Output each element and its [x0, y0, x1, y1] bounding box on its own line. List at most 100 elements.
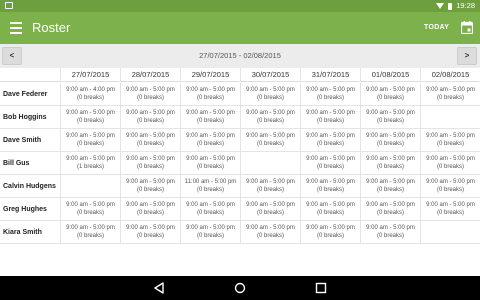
shift-cell[interactable]: 9:00 am - 5:00 pm (0 breaks)	[300, 221, 360, 244]
shift-cell[interactable]: 9:00 am - 5:00 pm (0 breaks)	[120, 198, 180, 221]
shift-breaks: (0 breaks)	[136, 95, 164, 101]
shift-cell[interactable]: 9:00 am - 5:00 pm (0 breaks)	[420, 198, 480, 221]
shift-cell[interactable]: 9:00 am - 5:00 pm (0 breaks)	[360, 152, 420, 175]
shift-cell[interactable]: 9:00 am - 5:00 pm (0 breaks)	[180, 152, 240, 175]
date-header: 27/07/2015	[60, 68, 120, 82]
employee-name[interactable]: Greg Hughes	[3, 198, 59, 221]
employee-row: Kiara Smith 9:00 am - 5:00 pm (0 breaks) 9:…	[0, 221, 480, 244]
shift-cell[interactable]: 9:00 am - 5:00 pm (0 breaks)	[180, 198, 240, 221]
date-navigation: < 27/07/2015 - 02/08/2015 >	[0, 44, 480, 68]
shift-breaks: (0 breaks)	[196, 187, 224, 193]
shift-breaks: (0 breaks)	[256, 141, 284, 147]
shift-cell[interactable]: 9:00 am - 5:00 pm (0 breaks)	[120, 129, 180, 152]
shift-time: 9:00 am - 5:00 pm	[306, 156, 355, 162]
shift-cell[interactable]: 9:00 am - 5:00 pm (0 breaks)	[240, 198, 300, 221]
employee-row: Bob Hoggins 9:00 am - 5:00 pm (0 breaks) 9:…	[0, 106, 480, 129]
shift-time: 9:00 am - 5:00 pm	[426, 202, 475, 208]
shift-cell[interactable]: 9:00 am - 5:00 pm (0 breaks)	[180, 83, 240, 106]
shift-breaks: (0 breaks)	[316, 210, 344, 216]
shift-cell[interactable]: 9:00 am - 5:00 pm (0 breaks)	[60, 106, 120, 129]
shift-cell[interactable]: 9:00 am - 4:00 pm (0 breaks)	[60, 83, 120, 106]
empty-shift-cell[interactable]	[420, 221, 480, 244]
shift-cell[interactable]: 9:00 am - 5:00 pm (0 breaks)	[360, 198, 420, 221]
shift-breaks: (0 breaks)	[256, 233, 284, 239]
empty-shift-cell[interactable]	[60, 175, 120, 198]
calendar-icon[interactable]	[461, 21, 473, 34]
shift-cell[interactable]: 9:00 am - 5:00 pm (0 breaks)	[420, 83, 480, 106]
shift-cell[interactable]: 9:00 am - 5:00 pm (0 breaks)	[120, 83, 180, 106]
shift-cell[interactable]: 11:00 am - 5:00 pm (0 breaks)	[180, 175, 240, 198]
shift-cell[interactable]: 9:00 am - 5:00 pm (0 breaks)	[300, 129, 360, 152]
shift-cell[interactable]: 9:00 am - 5:00 pm (0 breaks)	[240, 129, 300, 152]
shift-cell[interactable]: 9:00 am - 5:00 pm (0 breaks)	[360, 221, 420, 244]
shift-cell[interactable]: 9:00 am - 5:00 pm (0 breaks)	[420, 129, 480, 152]
shift-breaks: (0 breaks)	[376, 164, 404, 170]
shift-cell[interactable]: 9:00 am - 5:00 pm (0 breaks)	[120, 221, 180, 244]
shift-time: 9:00 am - 5:00 pm	[366, 202, 415, 208]
shift-cell[interactable]: 9:00 am - 5:00 pm (0 breaks)	[300, 83, 360, 106]
recents-icon[interactable]	[315, 282, 327, 294]
shift-breaks: (0 breaks)	[196, 164, 224, 170]
shift-breaks: (0 breaks)	[136, 210, 164, 216]
employee-name[interactable]: Bob Hoggins	[3, 106, 59, 129]
shift-time: 9:00 am - 5:00 pm	[66, 156, 115, 162]
shift-cell[interactable]: 9:00 am - 5:00 pm (0 breaks)	[360, 175, 420, 198]
shift-breaks: (0 breaks)	[316, 164, 344, 170]
shift-cell[interactable]: 9:00 am - 5:00 pm (0 breaks)	[360, 106, 420, 129]
shift-cell[interactable]: 9:00 am - 5:00 pm (0 breaks)	[300, 152, 360, 175]
shift-breaks: (0 breaks)	[436, 210, 464, 216]
shift-time: 9:00 am - 5:00 pm	[246, 87, 295, 93]
shift-cell[interactable]: 9:00 am - 5:00 pm (0 breaks)	[60, 221, 120, 244]
shift-cell[interactable]: 9:00 am - 5:00 pm (0 breaks)	[360, 129, 420, 152]
shift-cell[interactable]: 9:00 am - 5:00 pm (0 breaks)	[240, 221, 300, 244]
next-week-button[interactable]: >	[457, 47, 477, 65]
shift-cell[interactable]: 9:00 am - 5:00 pm (0 breaks)	[120, 152, 180, 175]
shift-time: 9:00 am - 5:00 pm	[306, 202, 355, 208]
shift-cell[interactable]: 9:00 am - 5:00 pm (0 breaks)	[180, 106, 240, 129]
home-icon[interactable]	[234, 282, 246, 294]
shift-cell[interactable]: 9:00 am - 5:00 pm (0 breaks)	[300, 198, 360, 221]
employee-row: Dave Federer 9:00 am - 4:00 pm (0 breaks) 9…	[0, 83, 480, 106]
shift-cell[interactable]: 9:00 am - 5:00 pm (0 breaks)	[120, 106, 180, 129]
shift-breaks: (0 breaks)	[316, 118, 344, 124]
status-icons: 19:28	[436, 1, 475, 11]
shift-time: 9:00 am - 5:00 pm	[306, 225, 355, 231]
shift-cell[interactable]: 9:00 am - 5:00 pm (0 breaks)	[300, 106, 360, 129]
hamburger-menu-icon[interactable]	[10, 22, 22, 34]
employee-name[interactable]: Dave Federer	[3, 83, 59, 106]
shift-breaks: (0 breaks)	[256, 118, 284, 124]
empty-shift-cell[interactable]	[240, 152, 300, 175]
shift-breaks: (0 breaks)	[256, 210, 284, 216]
wifi-icon	[436, 3, 445, 9]
shift-cell[interactable]: 9:00 am - 5:00 pm (0 breaks)	[420, 175, 480, 198]
shift-breaks: (0 breaks)	[196, 118, 224, 124]
shift-cell[interactable]: 9:00 am - 5:00 pm (0 breaks)	[240, 83, 300, 106]
shift-breaks: (0 breaks)	[376, 141, 404, 147]
employee-row: Calvin Hudgens 9:00 am - 5:00 pm (0 breaks…	[0, 175, 480, 198]
employee-name[interactable]: Kiara Smith	[3, 221, 59, 244]
shift-time: 9:00 am - 5:00 pm	[306, 87, 355, 93]
system-navigation-bar	[0, 276, 480, 300]
date-header-row: 27/07/2015 28/07/2015 29/07/2015 30/07/2015…	[0, 68, 480, 82]
shift-cell[interactable]: 9:00 am - 5:00 pm (0 breaks)	[420, 152, 480, 175]
shift-cell[interactable]: 9:00 am - 5:00 pm (0 breaks)	[360, 83, 420, 106]
shift-breaks: (0 breaks)	[256, 95, 284, 101]
shift-cell[interactable]: 9:00 am - 5:00 pm (0 breaks)	[240, 106, 300, 129]
today-button[interactable]: TODAY	[424, 23, 449, 33]
shift-cell[interactable]: 9:00 am - 5:00 pm (0 breaks)	[60, 198, 120, 221]
employee-name[interactable]: Bill Gus	[3, 152, 59, 175]
employee-name[interactable]: Calvin Hudgens	[3, 175, 59, 198]
shift-cell[interactable]: 9:00 am - 5:00 pm (0 breaks)	[180, 221, 240, 244]
shift-cell[interactable]: 9:00 am - 5:00 pm (0 breaks)	[120, 175, 180, 198]
notification-icon	[5, 2, 13, 9]
shift-cell[interactable]: 9:00 am - 5:00 pm (0 breaks)	[300, 175, 360, 198]
shift-cell[interactable]: 9:00 am - 5:00 pm (0 breaks)	[240, 175, 300, 198]
shift-cell[interactable]: 9:00 am - 5:00 pm (0 breaks)	[180, 129, 240, 152]
shift-breaks: (0 breaks)	[136, 164, 164, 170]
shift-breaks: (0 breaks)	[76, 141, 104, 147]
employee-name[interactable]: Dave Smith	[3, 129, 59, 152]
shift-cell[interactable]: 9:00 am - 5:00 pm (0 breaks)	[60, 129, 120, 152]
shift-cell[interactable]: 9:00 am - 5:00 pm (1 breaks)	[60, 152, 120, 175]
empty-shift-cell[interactable]	[420, 106, 480, 129]
back-icon[interactable]	[153, 282, 165, 294]
